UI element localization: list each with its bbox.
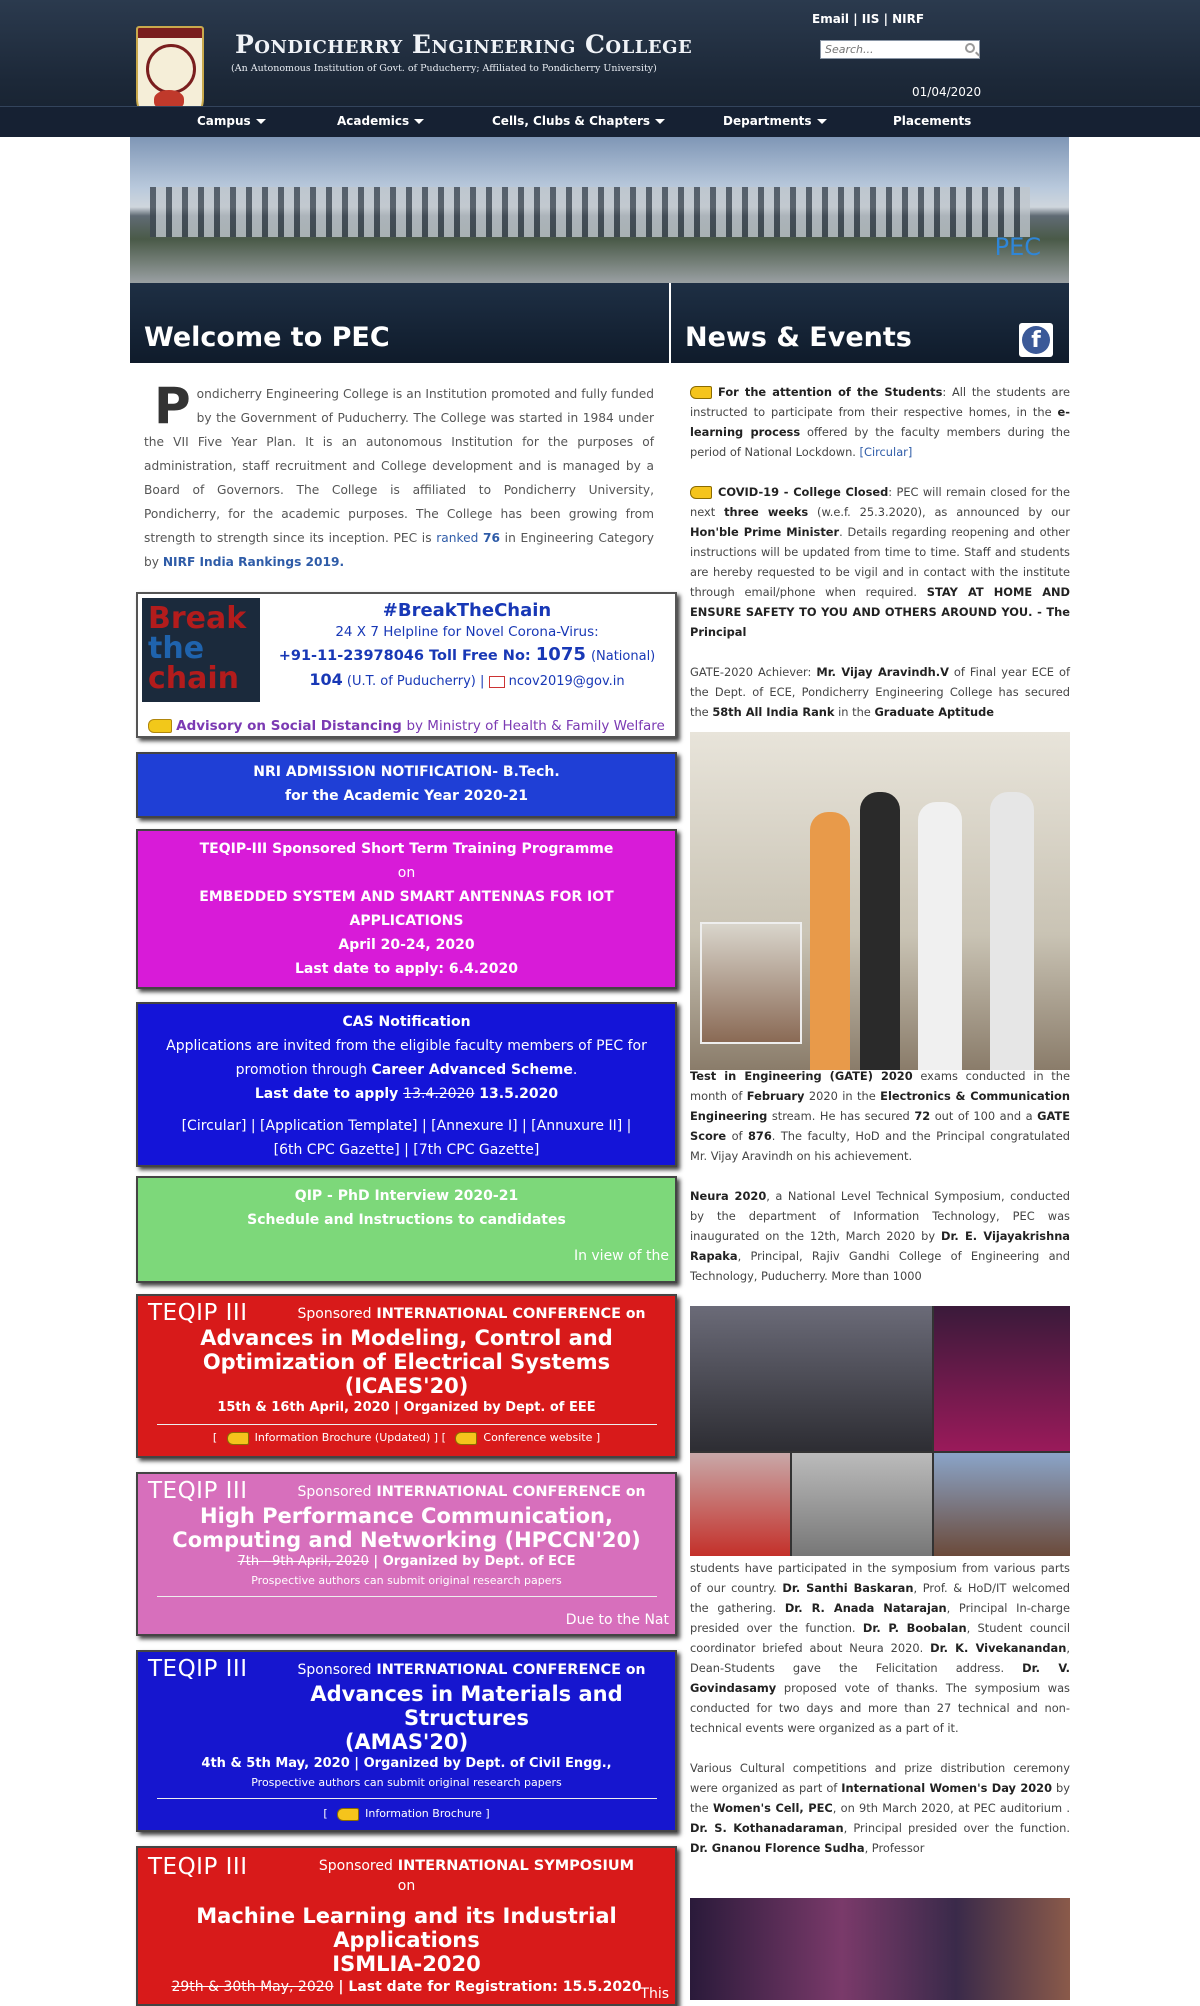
current-date: 01/04/2020 (912, 85, 982, 99)
break-the-chain-box: Break the chain #BreakTheChain 24 X 7 Help… (136, 592, 677, 738)
welcome-heading: Welcome to PEC (144, 322, 390, 353)
neura-event-collage (690, 1306, 1070, 1556)
college-name: Pondicherry Engineering College (235, 30, 693, 59)
news-item-neura-cont: students have participated in the sympos… (690, 1561, 1070, 1735)
nav-departments[interactable]: Departments (723, 114, 827, 128)
nav-cells-clubs[interactable]: Cells, Clubs & Chapters (492, 114, 666, 128)
nri-admission-notice[interactable]: NRI ADMISSION NOTIFICATION- B.Tech. for … (136, 752, 677, 818)
helpline-text: 24 X 7 Helpline for Novel Corona-Virus: (335, 624, 599, 640)
nirf-rankings-link[interactable]: NIRF India Rankings 2019. (163, 555, 344, 569)
teqip-logo: TEQIP III (148, 1478, 248, 1504)
chevron-down-icon (255, 119, 266, 124)
teqip-logo: TEQIP III (148, 1854, 248, 1880)
drop-cap: P (154, 377, 191, 435)
icaes-conference-notice[interactable]: TEQIP III Sponsored INTERNATIONAL CONFER… (136, 1294, 677, 1458)
scrolling-text: Due to the Nat (565, 1612, 669, 1628)
nav-academics[interactable]: Academics (337, 114, 425, 128)
news-item-neura: Neura 2020, a National Level Technical S… (690, 1189, 1070, 1283)
facebook-icon[interactable]: f (1019, 323, 1053, 357)
brochure-link[interactable]: Information Brochure (365, 1807, 482, 1820)
banner-label: PEC (994, 233, 1041, 261)
gate-achiever-photo (690, 732, 1070, 1070)
search-input[interactable] (821, 41, 959, 58)
news-item-gate-achiever-cont: Test in Engineering (GATE) 2020 exams co… (690, 1069, 1070, 1163)
news-item-attention-students: For the attention of the Students: All t… (690, 385, 1070, 459)
break-the-chain-image: Break the chain (142, 598, 260, 702)
search-icon[interactable] (965, 43, 975, 53)
chevron-down-icon (655, 119, 666, 124)
scrolling-text: In view of the (573, 1248, 669, 1264)
nav-campus[interactable]: Campus (197, 114, 266, 128)
local-helpline: 104 (U.T. of Puducherry) | ncov2019@gov.… (309, 670, 625, 689)
cas-links[interactable]: [Circular] | [Application Template] | [A… (138, 1114, 675, 1138)
pointing-hand-icon (690, 486, 712, 499)
ncov-email-link[interactable]: ncov2019@gov.in (509, 674, 625, 689)
news-item-gate-achiever: GATE-2020 Achiever: Mr. Vijay Aravindh.V… (690, 665, 1071, 719)
nav-placements[interactable]: Placements (893, 114, 971, 128)
news-item-womens-day: Various Cultural competitions and prize … (690, 1761, 1071, 1855)
conference-website-link[interactable]: Conference website (483, 1431, 592, 1444)
social-distancing-advisory[interactable]: Advisory on Social Distancing by Ministr… (138, 718, 675, 734)
pointing-hand-icon (226, 1431, 249, 1445)
qip-phd-interview-notice[interactable]: QIP - PhD Interview 2020-21 Schedule and… (136, 1176, 677, 1283)
news-heading-bar: News & Events f (671, 283, 1069, 363)
search-box (820, 40, 980, 59)
pointing-hand-icon (337, 1807, 360, 1821)
teqip-training-notice[interactable]: TEQIP-III Sponsored Short Term Training … (136, 829, 677, 989)
mail-icon (488, 675, 505, 688)
ismlia-symposium-notice[interactable]: TEQIP III Sponsored INTERNATIONAL SYMPOS… (136, 1846, 677, 2006)
news-column-continued-2: students have participated in the sympos… (690, 1558, 1070, 1878)
pointing-hand-icon (148, 719, 173, 733)
college-subtitle: (An Autonomous Institution of Govt. of P… (231, 63, 657, 74)
helpline-numbers: +91-11-23978046 Toll Free No: 1075 (Nati… (278, 644, 656, 665)
amas-conference-notice[interactable]: TEQIP III Sponsored INTERNATIONAL CONFER… (136, 1650, 677, 1832)
circular-link[interactable]: [Circular] (860, 445, 913, 459)
news-heading: News & Events (685, 322, 912, 353)
ranked-link[interactable]: ranked (436, 531, 478, 545)
top-links: Email | IIS | NIRF (812, 12, 925, 26)
cas-notification[interactable]: CAS Notification Applications are invite… (136, 1002, 677, 1167)
womens-day-photo (690, 1898, 1070, 2000)
welcome-text: Pondicherry Engineering College is an In… (144, 377, 654, 569)
nirf-link[interactable]: NIRF (892, 12, 924, 26)
campus-banner-image: PEC (130, 137, 1069, 283)
iis-link[interactable]: IIS (862, 12, 880, 26)
news-column-continued: Test in Engineering (GATE) 2020 exams co… (690, 1066, 1070, 1286)
chevron-down-icon (414, 119, 425, 124)
pointing-hand-icon (690, 386, 712, 399)
news-column: For the attention of the Students: All t… (690, 382, 1070, 722)
pointing-hand-icon (455, 1431, 478, 1445)
email-link[interactable]: Email (812, 12, 849, 26)
main-nav: Campus Academics Cells, Clubs & Chapters… (0, 106, 1200, 137)
teqip-logo: TEQIP III (148, 1300, 248, 1326)
brochure-link[interactable]: Information Brochure (Updated) (255, 1431, 431, 1444)
chevron-down-icon (816, 119, 827, 124)
hpccn-conference-notice[interactable]: TEQIP III Sponsored INTERNATIONAL CONFER… (136, 1472, 677, 1636)
news-item-covid-closed: COVID-19 - College Closed: PEC will rema… (690, 485, 1071, 639)
student-portrait (700, 922, 802, 1044)
welcome-heading-bar: Welcome to PEC (130, 283, 669, 363)
teqip-logo: TEQIP III (148, 1656, 248, 1682)
break-the-chain-title: #BreakTheChain (382, 600, 552, 621)
cas-gazette-links[interactable]: [6th CPC Gazette] | [7th CPC Gazette] (138, 1138, 675, 1162)
